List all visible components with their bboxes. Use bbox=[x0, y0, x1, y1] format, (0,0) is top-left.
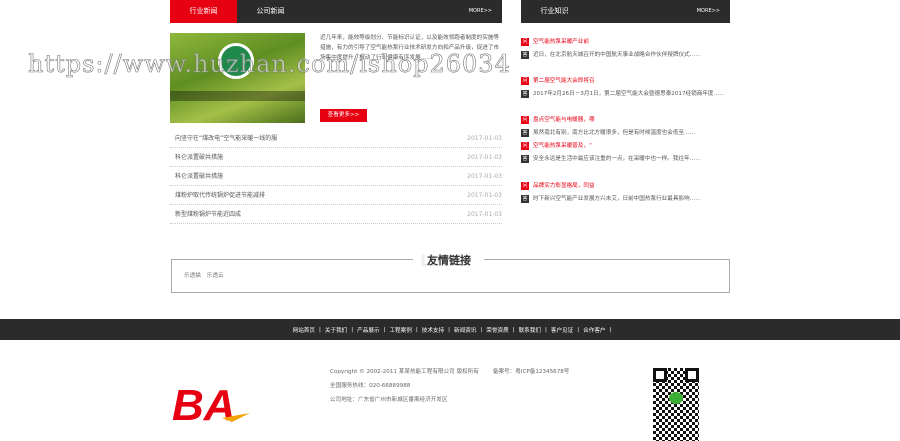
news-item[interactable]: 科仑派置破共措施 2017-01-03 bbox=[170, 148, 502, 167]
answer-icon: 答 bbox=[521, 154, 529, 163]
news-more-link[interactable]: MORE>> bbox=[469, 0, 492, 23]
footer-nav-item[interactable]: 新闻资讯 bbox=[454, 326, 476, 334]
friend-link[interactable]: 乐透云 bbox=[207, 273, 224, 279]
news-title[interactable]: 煤粉炉取代传统锅炉促进节能减排 bbox=[175, 192, 265, 199]
knowledge-title: 行业知识 bbox=[540, 7, 569, 15]
address: 公司地址：广东省广州市新城区番禺经济开发区 bbox=[330, 397, 448, 403]
news-title[interactable]: 科仑派置破共措施 bbox=[175, 173, 223, 180]
copyright: Copyright © 2002-2011 某某热能工程有限公司 版权所有 bbox=[330, 369, 479, 375]
footer-nav-item[interactable]: 技术支持 bbox=[422, 326, 444, 334]
footer-nav-item[interactable]: 合作客户 bbox=[583, 326, 605, 334]
news-date: 2017-01-03 bbox=[467, 154, 502, 161]
answer-icon: 答 bbox=[521, 89, 529, 98]
news-date: 2017-01-03 bbox=[467, 173, 502, 180]
qr-code-icon bbox=[653, 368, 699, 441]
read-more-button[interactable]: 查看更多>> bbox=[320, 109, 367, 122]
question[interactable]: 问空气能热泵采暖普及，“ bbox=[521, 140, 731, 153]
answer: 答虽然南北有别，南方比北方暖很多，但是有时候温度也会低至…… bbox=[521, 128, 696, 137]
answer: 答安全永远是生活中最应该注重的一点，在采暖中也一样。我往年…… bbox=[521, 154, 701, 163]
news-tab-bar: 行业新闻 公司新闻 MORE>> bbox=[170, 0, 502, 23]
news-item[interactable]: 向坚守在“煤改电”空气能采暖一线的服 2017-01-03 bbox=[170, 129, 502, 148]
answer: 答时下新兴空气能产业发展方兴未艾，日前中国热泵行业最具影响…… bbox=[521, 194, 701, 203]
question-icon: 问 bbox=[521, 141, 529, 150]
footer-nav-item[interactable]: 网站首页 bbox=[293, 326, 315, 334]
tab-company-news[interactable]: 公司新闻 bbox=[237, 0, 304, 23]
question[interactable]: 问盘点空气能与电暖器，哪 bbox=[521, 114, 731, 127]
question[interactable]: 问空气能热泵采暖产业前 bbox=[521, 36, 731, 49]
news-title[interactable]: 向坚守在“煤改电”空气能采暖一线的服 bbox=[175, 135, 277, 142]
news-item[interactable]: 新型煤粉锅炉节能近四成 2017-01-03 bbox=[170, 205, 502, 224]
question[interactable]: 问第二届空气能大会即将召 bbox=[521, 75, 731, 88]
friend-links-box: LINK 友情链接 乐透猫 乐透云 bbox=[171, 251, 730, 293]
watermark: https://www.huzhan.com/ishop26034 bbox=[28, 50, 511, 79]
answer-icon: 答 bbox=[521, 194, 529, 203]
footer-nav-item[interactable]: 联系我们 bbox=[519, 326, 541, 334]
question-icon: 问 bbox=[521, 115, 529, 124]
footer-nav-item[interactable]: 工程案例 bbox=[389, 326, 411, 334]
news-title[interactable]: 新型煤粉锅炉节能近四成 bbox=[175, 211, 241, 218]
news-date: 2017-01-03 bbox=[467, 211, 502, 218]
icp-number: 备案号：粤ICP备12345678号 bbox=[492, 369, 570, 375]
news-image[interactable] bbox=[170, 33, 305, 123]
news-item[interactable]: 科仑派置破共措施 2017-01-03 bbox=[170, 167, 502, 186]
knowledge-list: 问空气能热泵采暖产业前答近日，在北京航天城召开的中国航天事业战略合作伙伴授牌仪式… bbox=[521, 36, 731, 226]
footer-nav-item[interactable]: 产品展示 bbox=[357, 326, 379, 334]
answer-icon: 答 bbox=[521, 50, 529, 59]
answer: 答 2017年2月26日－3月1日，第二届空气能大会暨德思泰2017经销商年度…… bbox=[521, 89, 725, 98]
news-date: 2017-01-03 bbox=[467, 192, 502, 199]
footer-logo: BA bbox=[172, 380, 252, 430]
answer: 答近日，在北京航天城召开的中国航天事业战略合作伙伴授牌仪式…… bbox=[521, 50, 701, 59]
links-title: 友情链接 bbox=[427, 254, 471, 267]
answer-icon: 答 bbox=[521, 128, 529, 137]
footer-nav-item[interactable]: 客户见证 bbox=[551, 326, 573, 334]
knowledge-more-link[interactable]: MORE>> bbox=[697, 0, 720, 23]
friend-link[interactable]: 乐透猫 bbox=[184, 273, 201, 279]
tab-industry-news[interactable]: 行业新闻 bbox=[170, 0, 237, 23]
knowledge-header: 行业知识 MORE>> bbox=[521, 0, 730, 23]
question-icon: 问 bbox=[521, 76, 529, 85]
question[interactable]: 问品牌实力彰显格局，同益 bbox=[521, 180, 731, 193]
hotline: 全国服务热线：020-66889988 bbox=[330, 383, 411, 389]
news-list: 向坚守在“煤改电”空气能采暖一线的服 2017-01-03 科仑派置破共措施 201… bbox=[170, 129, 502, 229]
news-title[interactable]: 科仑派置破共措施 bbox=[175, 154, 223, 161]
news-date: 2017-01-03 bbox=[467, 135, 502, 142]
footer-nav-item[interactable]: 荣誉资质 bbox=[486, 326, 508, 334]
question-icon: 问 bbox=[521, 181, 529, 190]
question-icon: 问 bbox=[521, 37, 529, 46]
footer-nav-item[interactable]: 关于我们 bbox=[325, 326, 347, 334]
footer-nav: 网站首页 | 关于我们 | 产品展示 | 工程案例 | 技术支持 | 新闻资讯 | 荣誉资质… bbox=[0, 319, 900, 340]
news-item[interactable]: 煤粉炉取代传统锅炉促进节能减排 2017-01-03 bbox=[170, 186, 502, 205]
